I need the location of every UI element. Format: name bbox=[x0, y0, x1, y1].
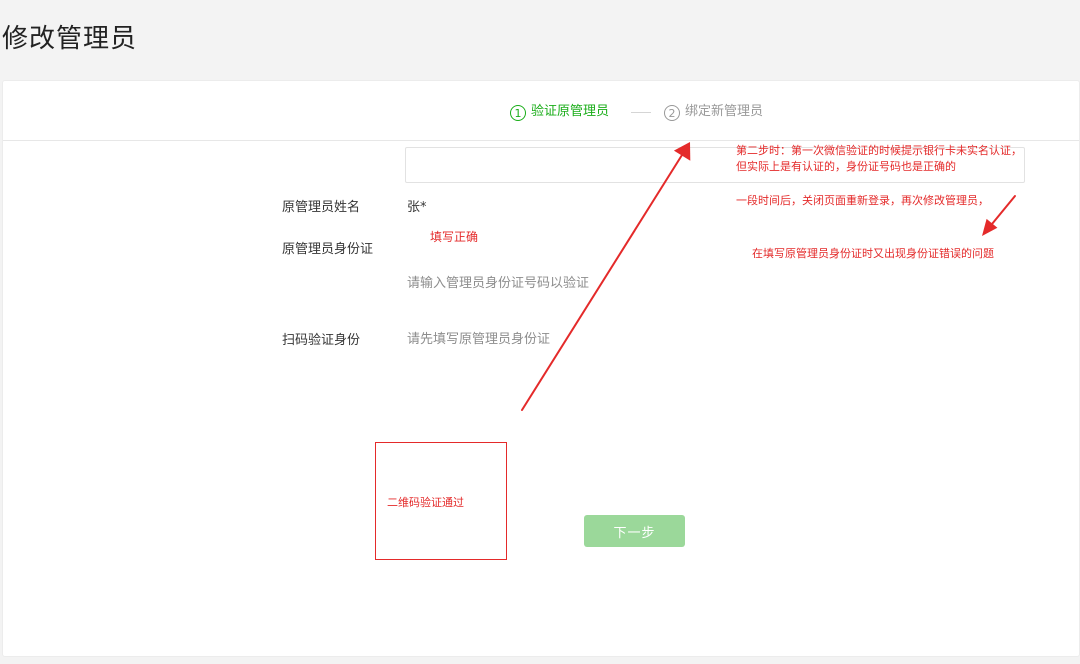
annotation-note-line-1: 第二步时：第一次微信验证的时候提示银行卡未实名认证， bbox=[736, 144, 1022, 157]
annotation-note-line-3: 一段时间后，关闭页面重新登录，再次修改管理员， bbox=[736, 194, 989, 207]
arrowhead-note bbox=[673, 142, 691, 161]
annotation-note-line-4: 在填写原管理员身份证时又出现身份证错误的问题 bbox=[752, 247, 994, 260]
annotation-qr-box: 二维码验证通过 bbox=[375, 442, 507, 560]
annotation-qr-passed: 二维码验证通过 bbox=[387, 496, 464, 509]
annotation-filled-correctly: 填写正确 bbox=[430, 230, 479, 244]
annotation-note-line-2: 但实际上是有认证的，身份证号码也是正确的 bbox=[736, 160, 956, 173]
annotation-arrows bbox=[521, 142, 1016, 411]
arrow-line-to-note bbox=[521, 154, 683, 411]
arrow-line-to-id-error bbox=[991, 195, 1016, 225]
